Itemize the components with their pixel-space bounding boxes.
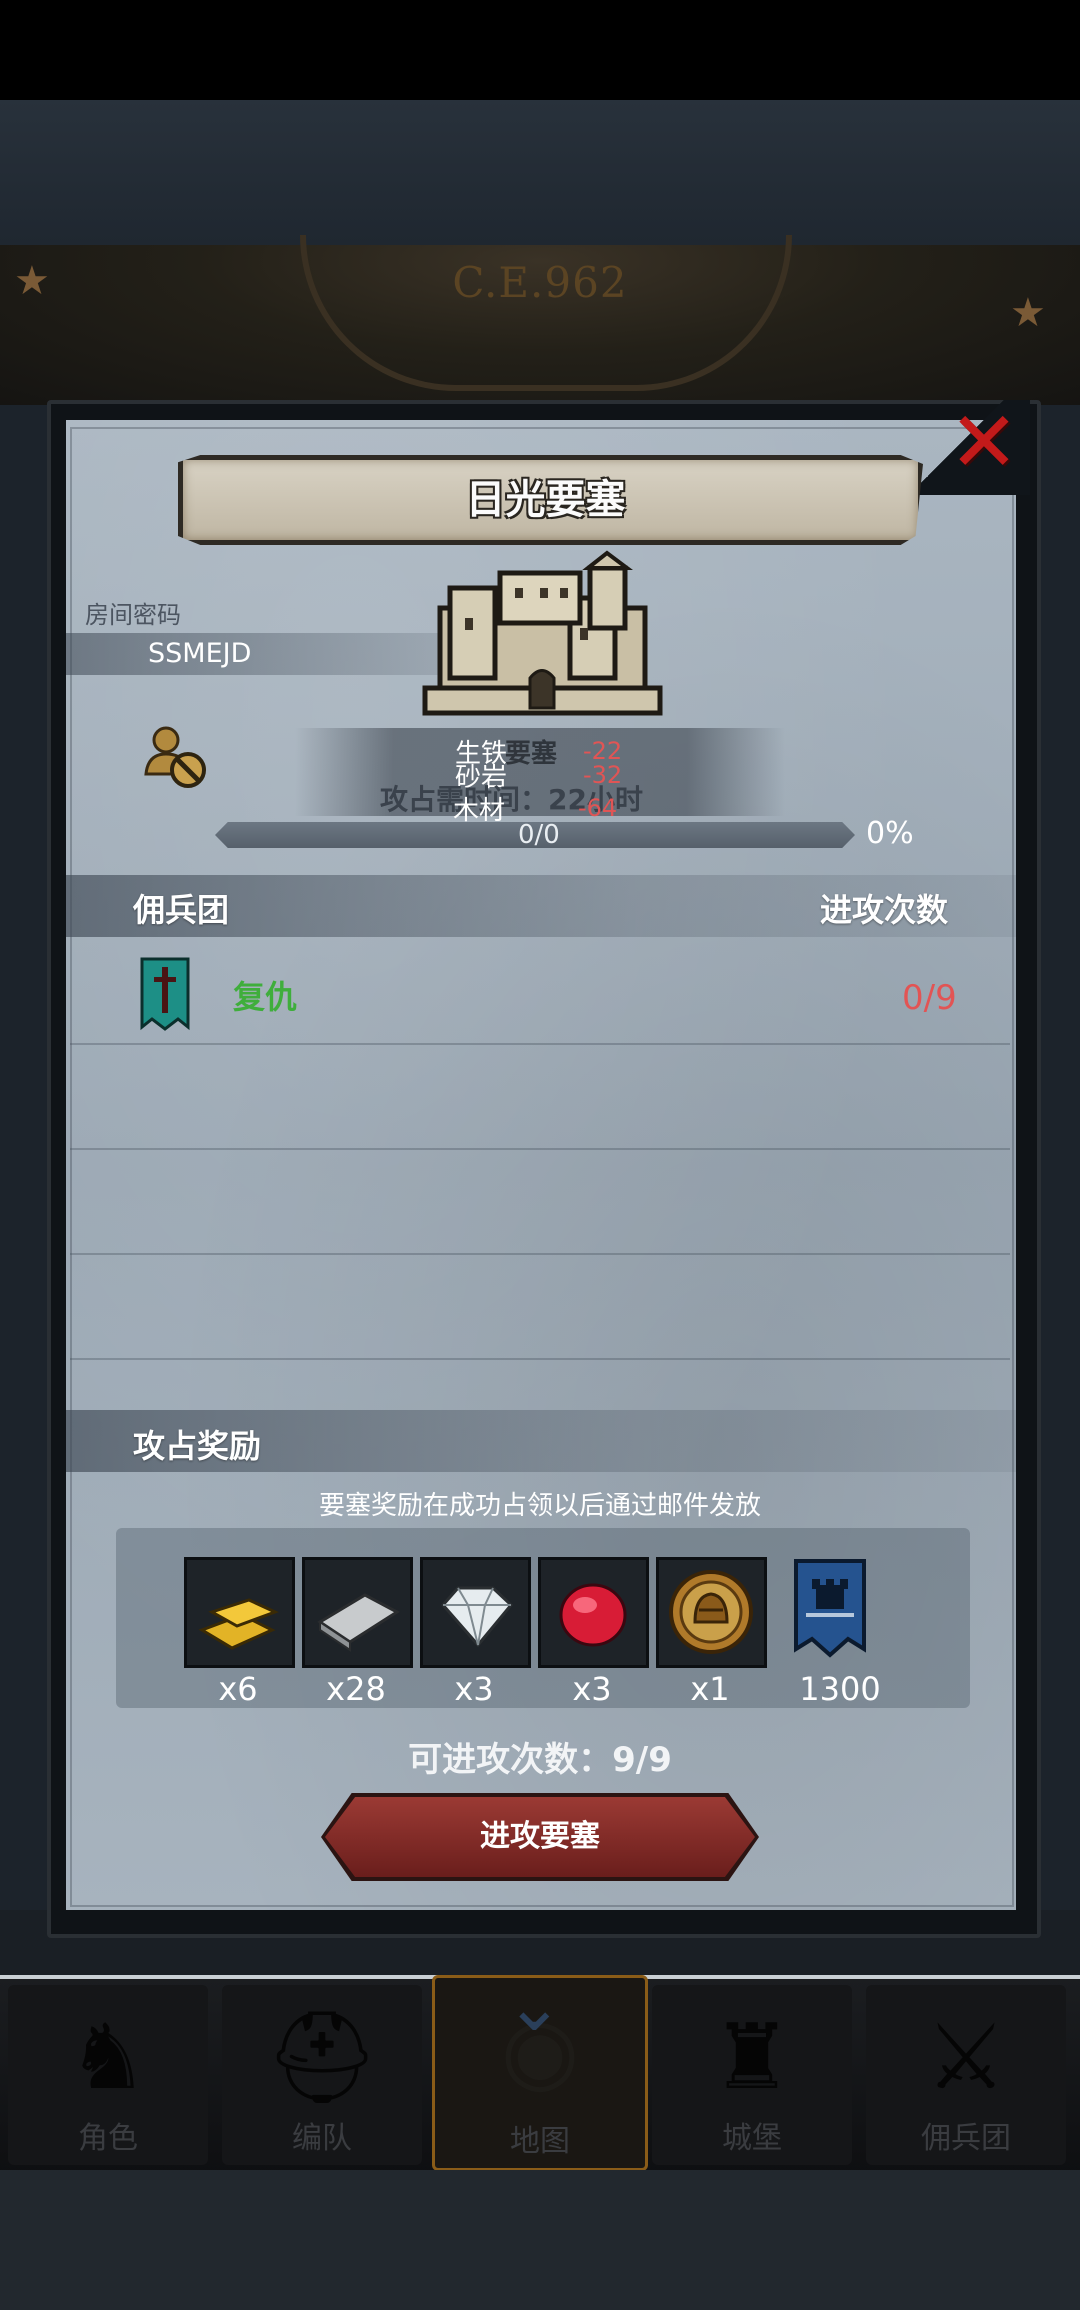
chevron-down-icon: ⌄ — [505, 1965, 564, 2047]
room-code[interactable]: SSMEJD — [148, 638, 251, 669]
mercenary-header: 佣兵团 — [133, 891, 230, 929]
helmet-icon: ⛑ — [264, 2005, 380, 2110]
row-divider — [70, 1358, 1010, 1360]
reward-quantity: x1 — [690, 1670, 730, 1708]
helmet-medal-icon — [669, 1570, 753, 1654]
iron-bar-icon — [317, 1593, 400, 1652]
knight-icon: ♞ — [67, 2005, 149, 2110]
reward-header: 攻占奖励 — [133, 1427, 262, 1465]
reward-slot[interactable] — [302, 1557, 413, 1668]
reward-slot[interactable] — [538, 1557, 649, 1668]
reward-note: 要塞奖励在成功占领以后通过邮件发放 — [318, 1491, 761, 1521]
reward-quantity: x3 — [454, 1670, 494, 1708]
mercenary-attack-count: 0/9 — [902, 978, 957, 1018]
attack-fortress-button[interactable] — [325, 1797, 755, 1877]
reward-slot[interactable] — [420, 1557, 531, 1668]
castle-icon: ♜ — [711, 2005, 793, 2110]
row-divider — [70, 1148, 1010, 1150]
guild-banner-icon — [794, 1559, 866, 1658]
wood-label: 木材 — [453, 796, 506, 826]
sword-banner-icon — [140, 957, 190, 1031]
nav-item-castle[interactable]: ♜ 城堡 — [652, 1985, 852, 2165]
reward-quantity: x6 — [218, 1670, 258, 1708]
nav-label: 角色 — [78, 2121, 138, 2156]
reward-quantity: x28 — [326, 1670, 386, 1708]
status-bar — [0, 0, 1080, 100]
progress-percent: 0% — [866, 816, 914, 851]
attack-count-header: 进攻次数 — [820, 891, 949, 929]
dialog-title: 日光要塞 — [465, 477, 626, 523]
wood-value: -64 — [578, 794, 618, 822]
nav-label: 佣兵团 — [921, 2121, 1011, 2156]
close-icon: ✕ — [948, 393, 1020, 491]
background-band — [0, 100, 1080, 245]
available-attempts: 可进攻次数：9/9 — [408, 1740, 672, 1780]
reward-quantity: x3 — [572, 1670, 612, 1708]
era-text: C.E.962 — [452, 258, 628, 307]
mercenary-icon: ⚔ — [925, 2005, 1007, 2110]
progress-count: 0/0 — [518, 820, 560, 850]
no-user-icon[interactable] — [140, 722, 210, 792]
row-divider — [70, 1043, 1010, 1045]
nav-label: 编队 — [292, 2121, 352, 2156]
diamond-icon — [441, 1586, 514, 1648]
nav-item-mercenary[interactable]: ⚔ 佣兵团 — [866, 1985, 1066, 2165]
reward-slot[interactable] — [184, 1557, 295, 1668]
row-divider — [70, 1253, 1010, 1255]
close-button[interactable]: ✕ — [944, 400, 1024, 484]
fortress-label: 要塞 — [505, 739, 558, 769]
nav-label: 地图 — [510, 2124, 570, 2159]
star-ornament-icon: ★ — [14, 258, 50, 304]
bottom-bar — [0, 2170, 1080, 2310]
reward-slot[interactable] — [790, 1557, 895, 1662]
reward-quantity: 1300 — [799, 1670, 881, 1708]
room-code-strip — [66, 633, 446, 675]
ruby-icon — [559, 1583, 627, 1647]
star-ornament-icon: ★ — [1010, 290, 1046, 336]
nav-label: 城堡 — [722, 2121, 782, 2156]
fortress-castle-icon — [422, 550, 663, 716]
gold-bar-icon — [198, 1598, 279, 1650]
room-password-label: 房间密码 — [85, 601, 181, 629]
mercenary-name[interactable]: 复仇 — [233, 972, 297, 1018]
nav-item-formation[interactable]: ⛑ 编队 — [222, 1985, 422, 2165]
nav-item-character[interactable]: ♞ 角色 — [8, 1985, 208, 2165]
reward-slot[interactable] — [656, 1557, 767, 1668]
